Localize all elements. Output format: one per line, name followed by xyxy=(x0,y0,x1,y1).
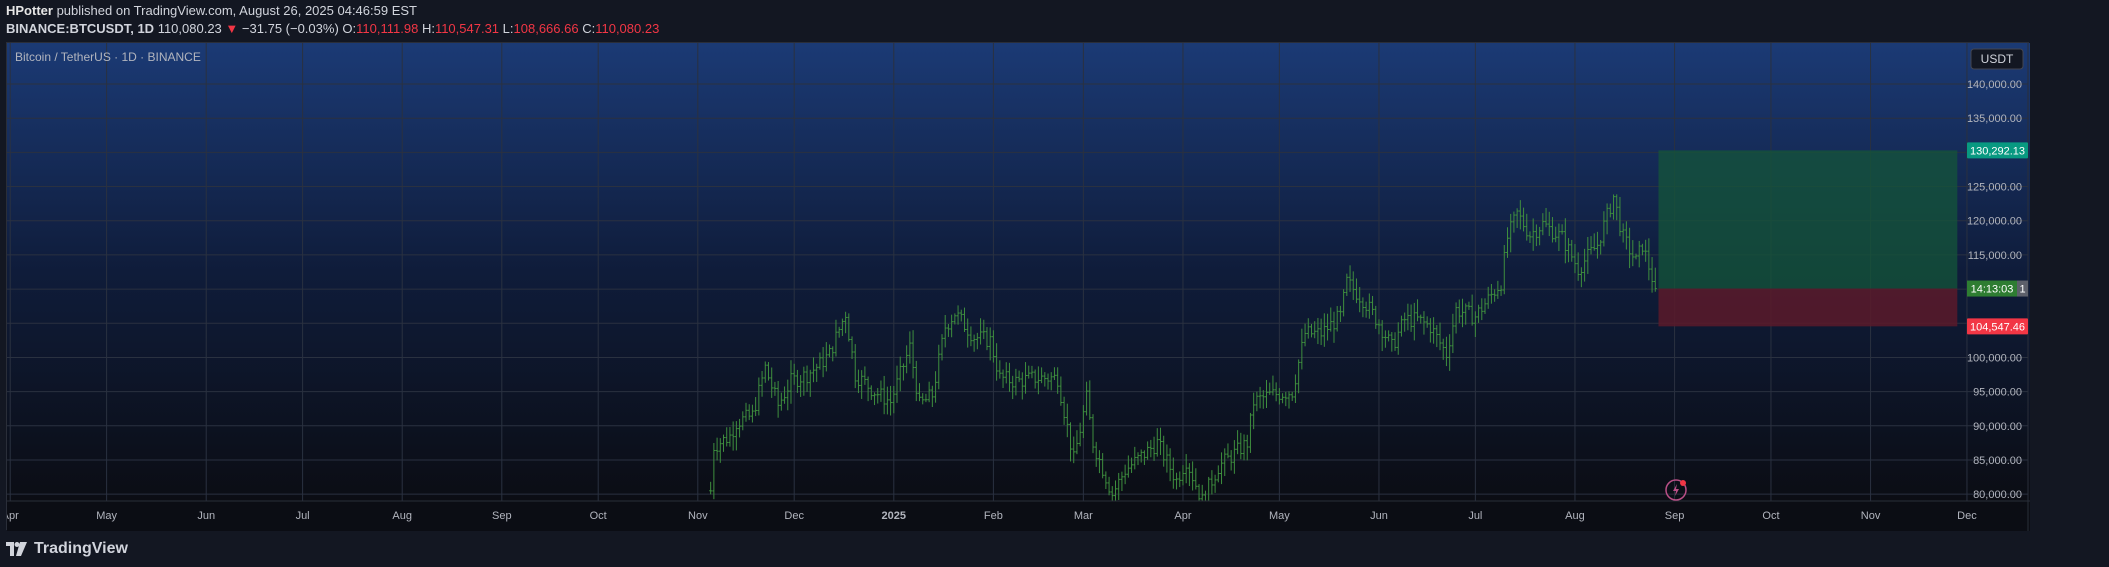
chart-area[interactable]: Apr May Jun Jul Aug Sep Oct Nov Dec 2025 Feb Mar Apr… xyxy=(6,42,2030,531)
price-tick-label: 120,000.00 xyxy=(1967,216,2022,228)
time-tick-label: Jul xyxy=(296,510,310,522)
time-tick-label: 2025 xyxy=(882,510,906,522)
price-tick-label: 90,000.00 xyxy=(1973,421,2022,433)
entry-extra-label: 1 xyxy=(2019,284,2025,296)
time-axis[interactable]: Apr May Jun Jul Aug Sep Oct Nov Dec 2025 Feb Mar Apr… xyxy=(7,510,1977,522)
time-tick-label: Feb xyxy=(984,510,1003,522)
publish-info: HPotter published on TradingView.com, Au… xyxy=(6,3,417,18)
time-tick-label: Apr xyxy=(1174,510,1191,522)
price-tick-label: 115,000.00 xyxy=(1968,250,2022,262)
brand-name: TradingView xyxy=(34,540,128,557)
price-tick-label: 100,000.00 xyxy=(1967,352,2022,364)
time-axis-background[interactable] xyxy=(7,501,2030,531)
tradingview-logo[interactable]: TradingView xyxy=(6,540,128,558)
published-text: published on TradingView.com, August 26,… xyxy=(56,3,417,18)
price-tick-label: 135,000.00 xyxy=(1967,113,2022,125)
price-tick-label: 80,000.00 xyxy=(1973,489,2022,501)
close-label: C: xyxy=(582,21,596,36)
change-arrow-icon: ▼ xyxy=(225,21,239,36)
profit-zone xyxy=(1658,150,1958,289)
time-tick-label: Jul xyxy=(1468,510,1482,522)
price-chart[interactable]: Apr May Jun Jul Aug Sep Oct Nov Dec 2025 Feb Mar Apr… xyxy=(7,43,2030,531)
entry-badge-label: 14:13:03 xyxy=(1971,284,2014,296)
time-tick-label: Jun xyxy=(197,510,215,522)
time-tick-label: May xyxy=(1269,510,1290,522)
chart-title: Bitcoin / TetherUS · 1D · BINANCE xyxy=(15,50,201,64)
time-tick-label: Nov xyxy=(1861,510,1881,522)
target-badge-label: 130,292.13 xyxy=(1970,145,2025,157)
time-tick-label: May xyxy=(96,510,117,522)
time-tick-label: Sep xyxy=(1665,510,1685,522)
time-tick-label: Sep xyxy=(492,510,512,522)
loss-zone xyxy=(1658,288,1958,327)
last-price: 110,080.23 xyxy=(157,21,222,36)
price-tick-label: 95,000.00 xyxy=(1973,387,2022,399)
price-tick-label: 125,000.00 xyxy=(1967,182,2022,194)
low-label: L: xyxy=(502,21,514,36)
time-tick-label: Mar xyxy=(1074,510,1093,522)
high-value: 110,547.31 xyxy=(434,21,500,36)
time-tick-label: Aug xyxy=(1565,510,1585,522)
currency-button-label[interactable]: USDT xyxy=(1981,52,2014,66)
low-value: 108,666.66 xyxy=(513,21,579,36)
time-tick-label: Oct xyxy=(1762,510,1779,522)
ohlc-legend: BINANCE:BTCUSDT, 1D 110,080.23 ▼ −31.75 … xyxy=(6,21,659,36)
stop-badge-label: 104,547.46 xyxy=(1970,321,2025,333)
symbol-label: BINANCE:BTCUSDT, 1D xyxy=(6,21,155,36)
high-label: H: xyxy=(421,21,435,36)
close-value: 110,080.23 xyxy=(595,21,660,36)
price-tick-label: 85,000.00 xyxy=(1973,455,2022,467)
open-label: O: xyxy=(342,21,357,36)
time-tick-label: Jun xyxy=(1370,510,1388,522)
author-name[interactable]: HPotter xyxy=(6,3,53,18)
tradingview-logo-icon xyxy=(6,542,27,556)
open-value: 110,111.98 xyxy=(356,21,419,36)
time-tick-label: Oct xyxy=(590,510,607,522)
change-value: −31.75 (−0.03%) xyxy=(241,21,339,36)
time-tick-label: Apr xyxy=(7,510,19,522)
time-tick-label: Aug xyxy=(392,510,412,522)
time-tick-label: Dec xyxy=(784,510,804,522)
time-tick-label: Dec xyxy=(1957,510,1977,522)
position-zones xyxy=(1658,150,1958,327)
price-tick-label: 140,000.00 xyxy=(1967,79,2022,91)
time-tick-label: Nov xyxy=(688,510,708,522)
